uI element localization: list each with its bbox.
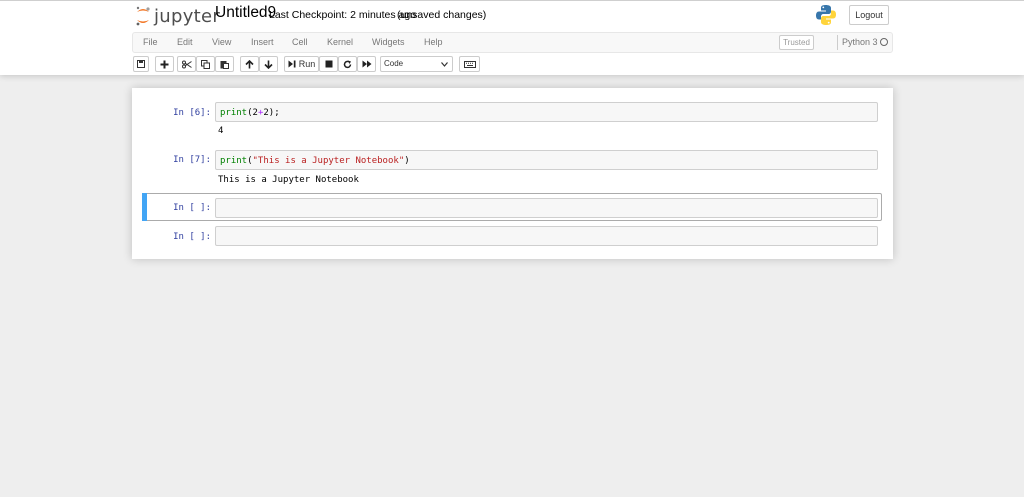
restart-button[interactable] bbox=[338, 56, 357, 72]
python-logo-icon bbox=[816, 5, 836, 25]
insert-cell-button[interactable] bbox=[155, 56, 174, 72]
notebook-container: In [6]: print(2+2); 4 In [7]: print("Thi… bbox=[132, 88, 893, 259]
arrow-down-icon bbox=[264, 60, 273, 69]
move-up-button[interactable] bbox=[240, 56, 259, 72]
stop-icon bbox=[325, 60, 332, 68]
input-prompt: In [6]: bbox=[173, 108, 211, 118]
menu-cell[interactable]: Cell bbox=[292, 37, 308, 47]
autosave-status: (unsaved changes) bbox=[397, 9, 487, 21]
menu-insert[interactable]: Insert bbox=[251, 37, 274, 47]
input-prompt: In [ ]: bbox=[173, 232, 211, 242]
notebook-header: jupyter Untitled9 Last Checkpoint: 2 min… bbox=[0, 0, 1024, 75]
code-cell-input[interactable]: print(2+2); bbox=[215, 102, 878, 122]
kernel-divider bbox=[837, 35, 838, 50]
logout-button[interactable]: Logout bbox=[849, 5, 889, 25]
code-cell-input[interactable]: print("This is a Jupyter Notebook") bbox=[215, 150, 878, 170]
input-prompt: In [ ]: bbox=[173, 203, 211, 213]
run-label: Run bbox=[298, 59, 316, 69]
move-down-button[interactable] bbox=[259, 56, 278, 72]
menu-view[interactable]: View bbox=[212, 37, 231, 47]
jupyter-logo-text: jupyter bbox=[154, 5, 221, 27]
restart-icon bbox=[343, 60, 352, 68]
code-cell-input[interactable] bbox=[215, 198, 878, 218]
code-text: print(2+2); bbox=[220, 108, 280, 118]
code-text: print("This is a Jupyter Notebook") bbox=[220, 156, 410, 166]
chevron-down-icon bbox=[441, 62, 448, 67]
save-icon bbox=[137, 60, 145, 68]
interrupt-button[interactable] bbox=[319, 56, 338, 72]
paste-icon bbox=[220, 60, 229, 69]
checkpoint-status: Last Checkpoint: 2 minutes ago bbox=[269, 9, 417, 21]
cut-button[interactable] bbox=[177, 56, 196, 72]
cut-icon bbox=[181, 60, 192, 68]
kernel-name: Python 3 bbox=[842, 37, 878, 47]
input-prompt: In [7]: bbox=[173, 155, 211, 165]
menu-help[interactable]: Help bbox=[424, 37, 443, 47]
code-cell-input[interactable] bbox=[215, 226, 878, 246]
cell-output: 4 bbox=[218, 126, 224, 136]
copy-button[interactable] bbox=[196, 56, 215, 72]
cell-type-value: Code bbox=[384, 59, 404, 68]
menu-file[interactable]: File bbox=[143, 37, 158, 47]
run-button[interactable]: Run bbox=[284, 56, 319, 72]
cell-output: This is a Jupyter Notebook bbox=[218, 175, 359, 185]
jupyter-logo[interactable]: jupyter bbox=[135, 5, 220, 27]
arrow-up-icon bbox=[245, 59, 254, 68]
fast-forward-icon bbox=[362, 60, 371, 68]
kernel-idle-icon bbox=[880, 38, 888, 46]
menu-edit[interactable]: Edit bbox=[177, 37, 193, 47]
paste-button[interactable] bbox=[215, 56, 234, 72]
copy-icon bbox=[201, 59, 210, 69]
jupyter-logo-icon bbox=[136, 6, 150, 26]
command-palette-button[interactable] bbox=[459, 56, 480, 72]
keyboard-icon bbox=[463, 60, 476, 68]
menu-kernel[interactable]: Kernel bbox=[327, 37, 353, 47]
toolbar: Run Code bbox=[132, 56, 893, 72]
plus-icon bbox=[160, 60, 169, 68]
restart-run-all-button[interactable] bbox=[357, 56, 376, 72]
menu-widgets[interactable]: Widgets bbox=[372, 37, 405, 47]
cell-type-select[interactable]: Code bbox=[380, 56, 453, 72]
trusted-indicator[interactable]: Trusted bbox=[779, 35, 814, 50]
notebook-name[interactable]: Untitled9 bbox=[215, 4, 276, 22]
save-button[interactable] bbox=[133, 56, 149, 72]
run-icon bbox=[288, 60, 296, 68]
menubar: File Edit View Insert Cell Kernel Widget… bbox=[132, 32, 893, 53]
